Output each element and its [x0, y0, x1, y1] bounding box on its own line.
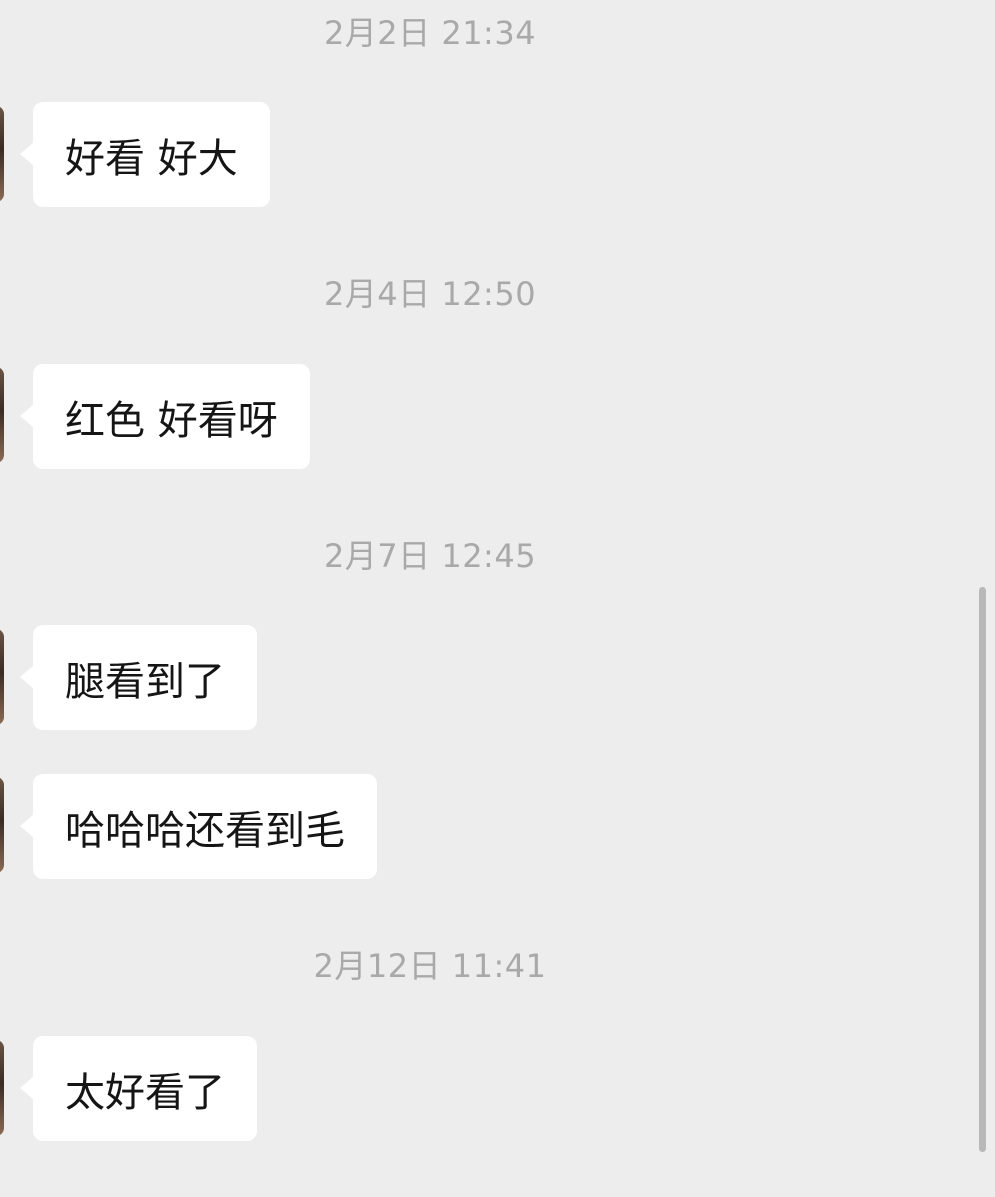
- message-text: 太好看了: [65, 1069, 225, 1116]
- message-bubble[interactable]: 太好看了: [20, 1036, 257, 1141]
- avatar[interactable]: [0, 629, 4, 725]
- chat-view[interactable]: 2月2日 21:34 好看 好大 2月4日 12:50 红色 好看呀 2月7日 …: [0, 0, 995, 1197]
- scrollbar[interactable]: [979, 587, 986, 1152]
- message-bubble[interactable]: 红色 好看呀: [20, 364, 310, 469]
- message-bubble[interactable]: 好看 好大: [20, 102, 270, 207]
- avatar[interactable]: [0, 777, 4, 873]
- avatar[interactable]: [0, 367, 4, 463]
- message-bubble[interactable]: 腿看到了: [20, 625, 257, 730]
- message-text: 哈哈哈还看到毛: [65, 807, 345, 854]
- timestamp: 2月12日 11:41: [313, 947, 547, 985]
- timestamp: 2月4日 12:50: [323, 275, 537, 313]
- message-bubble[interactable]: 哈哈哈还看到毛: [20, 774, 377, 879]
- message-text: 腿看到了: [65, 658, 225, 705]
- message-text: 红色 好看呀: [65, 397, 278, 444]
- timestamp: 2月7日 12:45: [323, 537, 537, 575]
- avatar[interactable]: [0, 1040, 4, 1136]
- timestamp: 2月2日 21:34: [323, 14, 537, 52]
- avatar[interactable]: [0, 106, 4, 202]
- message-text: 好看 好大: [65, 135, 238, 182]
